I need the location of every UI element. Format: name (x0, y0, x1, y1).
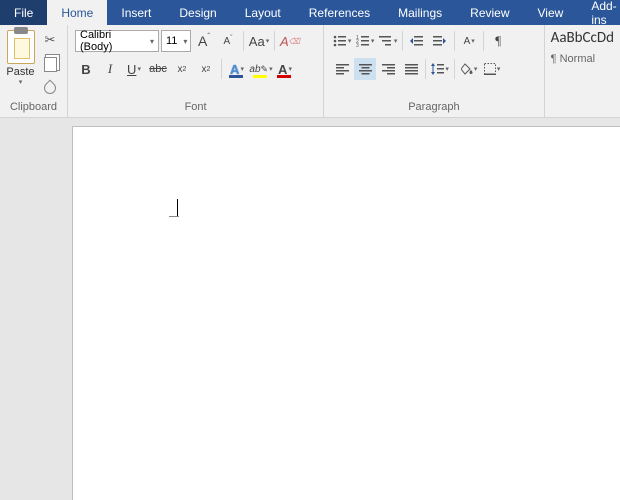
group-clipboard: Paste ▾ Clipboard (0, 25, 68, 117)
font-family-combo[interactable]: Calibri (Body)▾ (75, 30, 159, 52)
tab-references[interactable]: References (295, 0, 384, 25)
workspace (0, 118, 620, 500)
clear-formatting-button[interactable]: A⌫ (279, 30, 301, 52)
group-label-paragraph: Paragraph (328, 100, 539, 116)
tab-addins[interactable]: Add-ins (577, 0, 620, 25)
align-center-button[interactable] (354, 58, 376, 80)
strikethrough-button[interactable]: abc (147, 58, 169, 80)
copy-button[interactable] (40, 54, 60, 74)
paste-icon (7, 30, 35, 64)
bullets-button[interactable] (331, 30, 353, 52)
shrink-font-button[interactable]: Aˇ (217, 30, 239, 52)
group-label-font: Font (72, 100, 319, 116)
font-size-value: 11 (166, 35, 177, 47)
justify-button[interactable] (400, 58, 422, 80)
sort-button[interactable]: A (458, 30, 480, 52)
bold-button[interactable]: B (75, 58, 97, 80)
tab-layout[interactable]: Layout (231, 0, 295, 25)
shading-button[interactable] (458, 58, 480, 80)
cut-button[interactable] (40, 30, 60, 50)
font-size-combo[interactable]: 11▾ (161, 30, 191, 52)
align-left-button[interactable] (331, 58, 353, 80)
text-cursor (177, 199, 178, 217)
tab-review[interactable]: Review (456, 0, 523, 25)
increase-indent-button[interactable] (429, 30, 451, 52)
group-paragraph: 123 A ¶ Paragraph (324, 25, 544, 117)
cursor-baseline (169, 216, 179, 217)
svg-text:3: 3 (356, 43, 359, 47)
left-margin-area (0, 118, 72, 500)
subscript-button[interactable]: x2 (171, 58, 193, 80)
align-right-button[interactable] (377, 58, 399, 80)
superscript-button[interactable]: x2 (195, 58, 217, 80)
change-case-button[interactable]: Aa (248, 30, 270, 52)
paste-button[interactable]: Paste ▾ (4, 28, 37, 100)
group-styles: AaBbCcDd ¶ Normal (545, 25, 620, 117)
format-painter-button[interactable] (40, 78, 60, 98)
show-marks-button[interactable]: ¶ (487, 30, 509, 52)
italic-button[interactable]: I (99, 58, 121, 80)
line-spacing-button[interactable] (429, 58, 451, 80)
underline-button[interactable]: U (123, 58, 145, 80)
text-effects-button[interactable]: A (226, 58, 248, 80)
font-color-button[interactable]: A (274, 58, 296, 80)
ribbon: Paste ▾ Clipboard Calibri (Body)▾ 11▾ Aˆ… (0, 25, 620, 118)
highlight-button[interactable]: ab✎ (250, 58, 272, 80)
paste-label: Paste (6, 66, 34, 78)
tab-mailings[interactable]: Mailings (384, 0, 456, 25)
style-name-normal: ¶ Normal (551, 53, 614, 65)
group-label-clipboard: Clipboard (4, 100, 63, 116)
numbering-button[interactable]: 123 (354, 30, 376, 52)
tab-insert[interactable]: Insert (107, 0, 165, 25)
style-preview-normal[interactable]: AaBbCcDd (551, 29, 614, 47)
grow-font-button[interactable]: Aˆ (193, 30, 215, 52)
tab-design[interactable]: Design (165, 0, 230, 25)
decrease-indent-button[interactable] (406, 30, 428, 52)
tab-home[interactable]: Home (47, 0, 107, 25)
font-family-value: Calibri (Body) (80, 29, 144, 53)
tab-view[interactable]: View (524, 0, 578, 25)
tab-file[interactable]: File (0, 0, 47, 25)
group-font: Calibri (Body)▾ 11▾ Aˆ Aˇ Aa A⌫ B I U ab… (68, 25, 324, 117)
borders-button[interactable] (481, 58, 503, 80)
multilevel-list-button[interactable] (377, 30, 399, 52)
ribbon-tabs: File Home Insert Design Layout Reference… (0, 0, 620, 25)
document-page[interactable] (72, 126, 620, 500)
